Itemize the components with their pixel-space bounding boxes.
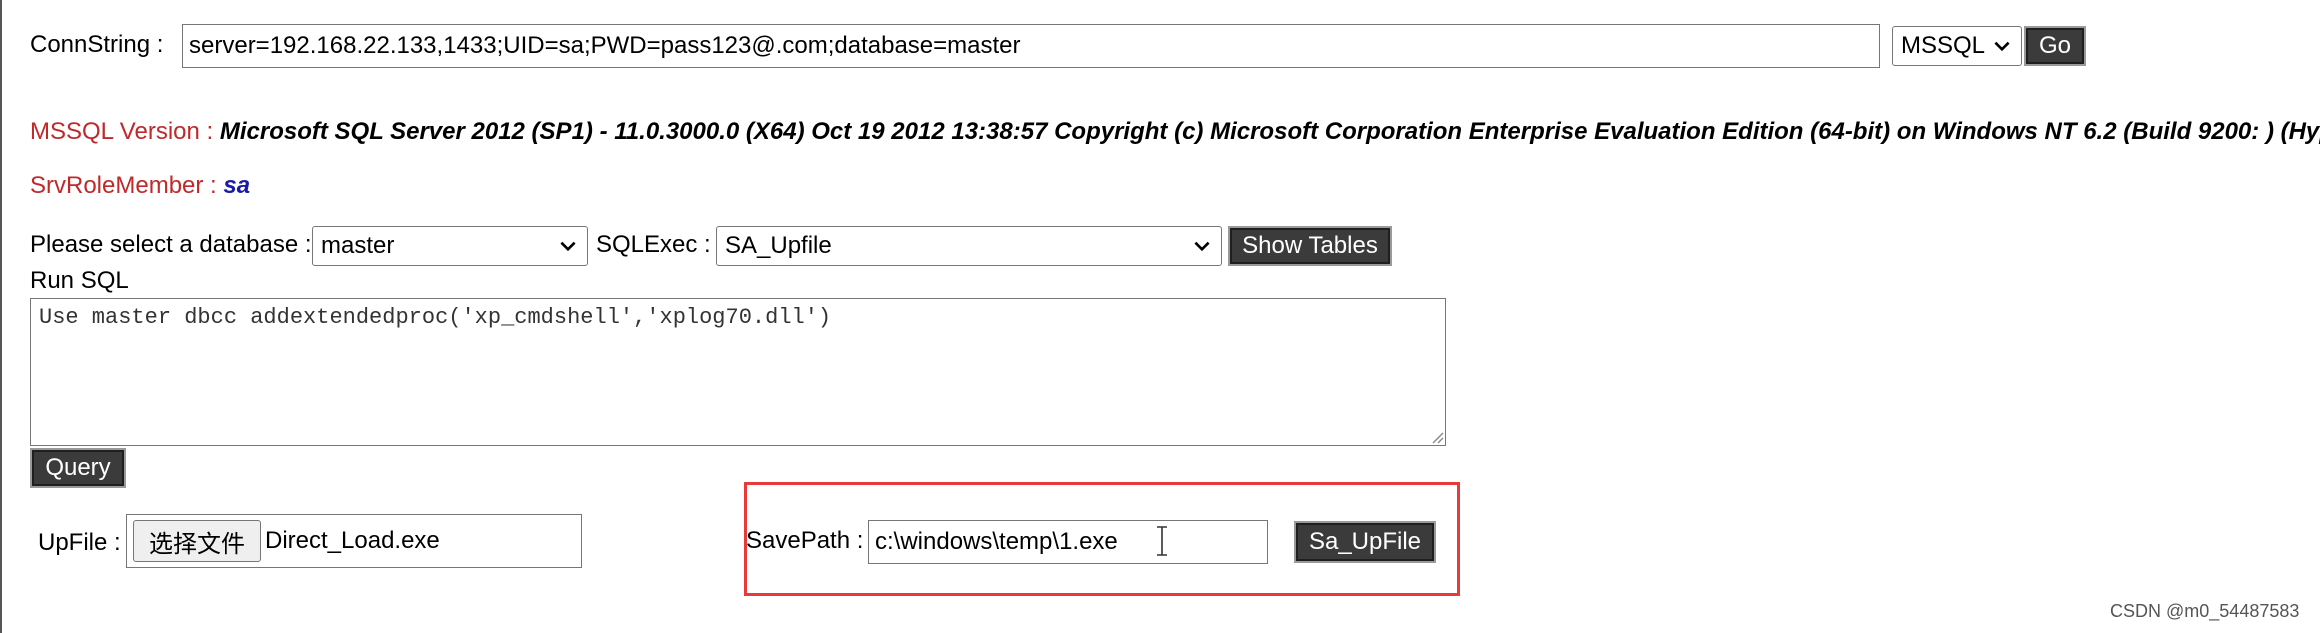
upfile-label: UpFile : bbox=[38, 529, 121, 556]
chevron-down-icon bbox=[1994, 41, 2010, 52]
savepath-label: SavePath : bbox=[746, 527, 864, 554]
chevron-down-icon bbox=[1194, 241, 1210, 252]
query-button[interactable]: Query bbox=[30, 448, 126, 488]
chosen-file-name: Direct_Load.exe bbox=[265, 527, 440, 554]
show-tables-button[interactable]: Show Tables bbox=[1228, 226, 1392, 266]
db-type-select[interactable]: MSSQL bbox=[1892, 26, 2022, 66]
sqlexec-select[interactable]: SA_Upfile bbox=[716, 226, 1222, 266]
sa-upfile-button[interactable]: Sa_UpFile bbox=[1294, 521, 1436, 563]
text-cursor-icon bbox=[1157, 526, 1167, 556]
choose-file-button[interactable]: 选择文件 bbox=[133, 520, 261, 562]
sqlexec-select-value: SA_Upfile bbox=[725, 232, 832, 259]
sqlexec-label: SQLExec : bbox=[596, 231, 711, 258]
window-left-border bbox=[0, 0, 2, 633]
run-sql-label: Run SQL bbox=[30, 267, 129, 294]
db-type-value: MSSQL bbox=[1901, 32, 1986, 59]
version-value: Microsoft SQL Server 2012 (SP1) - 11.0.3… bbox=[219, 118, 2320, 145]
connstring-input[interactable] bbox=[182, 24, 1880, 68]
connstring-label: ConnString : bbox=[30, 31, 164, 58]
database-select[interactable]: master bbox=[312, 226, 588, 266]
role-label: SrvRoleMember : bbox=[30, 172, 217, 199]
savepath-input[interactable] bbox=[868, 520, 1268, 564]
upfile-field[interactable]: 选择文件 Direct_Load.exe bbox=[126, 514, 582, 568]
chevron-down-icon bbox=[560, 241, 576, 252]
version-label: MSSQL Version : bbox=[30, 118, 214, 145]
version-line: MSSQL Version : Microsoft SQL Server 201… bbox=[30, 117, 2320, 147]
watermark: CSDN @m0_54487583 bbox=[2110, 601, 2300, 621]
sql-textarea[interactable]: Use master dbcc addextendedproc('xp_cmds… bbox=[30, 298, 1446, 446]
resize-handle-icon[interactable] bbox=[1430, 430, 1444, 444]
database-select-label: Please select a database : bbox=[30, 231, 312, 258]
role-line: SrvRoleMember : sa bbox=[30, 171, 250, 201]
role-value: sa bbox=[223, 172, 251, 199]
database-select-value: master bbox=[321, 232, 395, 259]
go-button[interactable]: Go bbox=[2024, 26, 2086, 66]
